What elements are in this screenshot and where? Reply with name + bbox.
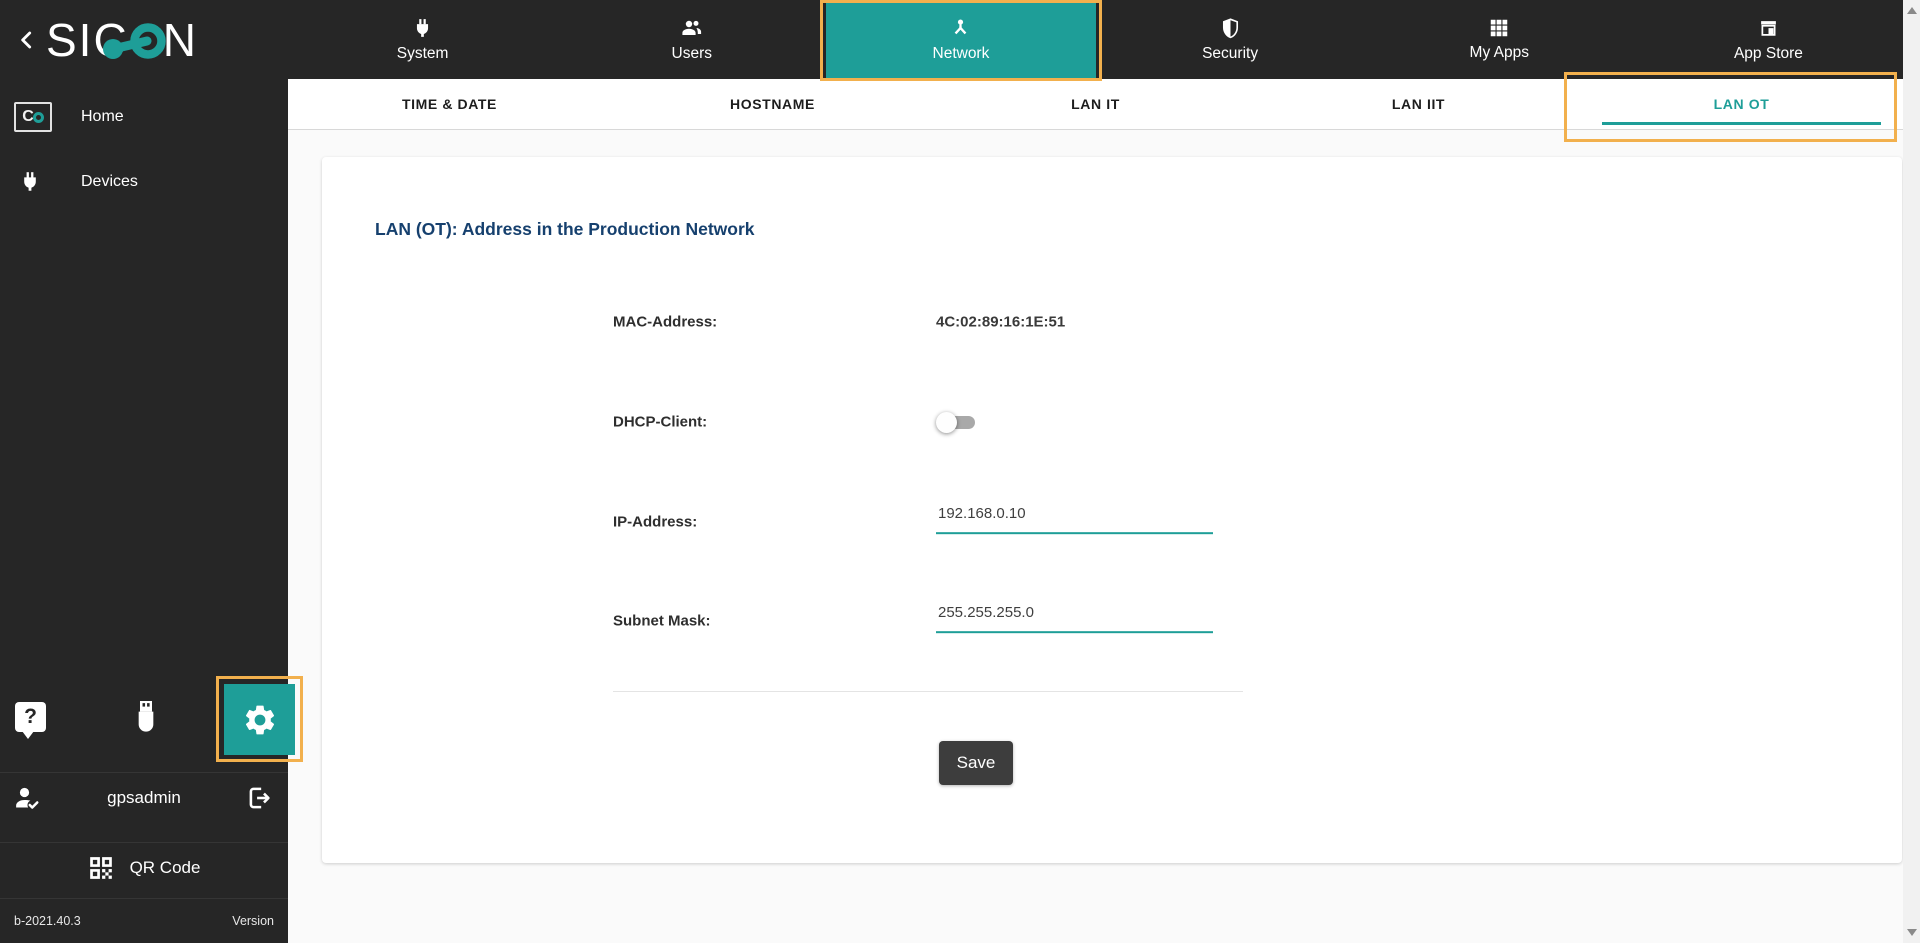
- sidebar-item-home[interactable]: C Home: [0, 93, 288, 141]
- help-glyph: ?: [24, 705, 37, 728]
- subnet-mask-label: Subnet Mask:: [613, 612, 711, 630]
- tab-label: HOSTNAME: [730, 96, 815, 112]
- scrollbar-up-arrow[interactable]: [1907, 7, 1917, 14]
- ip-address-input[interactable]: [936, 505, 1213, 535]
- nav-item-system[interactable]: System: [288, 0, 557, 79]
- content-area: LAN (OT): Address in the Production Netw…: [288, 130, 1903, 943]
- usb-device-button[interactable]: [130, 698, 162, 736]
- help-button[interactable]: ?: [15, 702, 46, 739]
- tab-lan-ot[interactable]: LAN OT: [1580, 79, 1903, 129]
- logo-row: SIC N: [0, 0, 288, 79]
- sicon-logo[interactable]: SIC N: [46, 14, 198, 66]
- sidebar-item-label: Devices: [81, 173, 138, 190]
- nav-item-my-apps[interactable]: My Apps: [1365, 0, 1634, 79]
- nav-item-label: App Store: [1733, 44, 1803, 62]
- qr-code-icon: [89, 856, 112, 879]
- username-label: gpsadmin: [107, 787, 181, 807]
- nav-item-label: Security: [1202, 44, 1259, 62]
- users-icon: [682, 20, 701, 35]
- tab-lan-it[interactable]: LAN IT: [934, 79, 1257, 129]
- dhcp-toggle[interactable]: [936, 412, 976, 433]
- shield-icon: [1222, 17, 1238, 38]
- save-button[interactable]: Save: [939, 741, 1013, 785]
- logout-button[interactable]: [246, 784, 274, 812]
- store-icon: [1761, 20, 1776, 36]
- sidebar-item-devices[interactable]: Devices: [0, 158, 288, 206]
- logo-text-suffix: N: [162, 13, 198, 66]
- back-chevron-icon[interactable]: [14, 27, 40, 53]
- logout-icon: [249, 787, 270, 808]
- plug-icon: [417, 18, 429, 37]
- tab-label: LAN OT: [1713, 96, 1770, 112]
- logo-dumbbell-icon: [102, 22, 166, 59]
- dhcp-client-label: DHCP-Client:: [613, 413, 708, 431]
- settings-button[interactable]: [224, 684, 295, 755]
- plug-icon: [18, 170, 42, 194]
- version-row: b-2021.40.3 Version: [0, 898, 288, 943]
- qr-code-button[interactable]: QR Code: [0, 842, 288, 892]
- tab-lan-iit[interactable]: LAN IIT: [1257, 79, 1580, 129]
- form-divider: [613, 691, 1243, 692]
- qr-code-label: QR Code: [129, 857, 201, 877]
- tab-label: LAN IT: [1071, 96, 1120, 112]
- nav-item-app-store[interactable]: App Store: [1634, 0, 1903, 79]
- nav-item-users[interactable]: Users: [557, 0, 826, 79]
- grid-icon: [1491, 19, 1508, 37]
- mac-address-label: MAC-Address:: [613, 313, 718, 331]
- subnet-mask-input[interactable]: [936, 604, 1213, 634]
- network-sub-tabs: TIME & DATE HOSTNAME LAN IT LAN IIT LAN …: [288, 79, 1903, 130]
- nav-item-label: Network: [932, 44, 990, 62]
- sicon-admin-page: SIC N C Home Devices ? gpsadmin QR Code …: [0, 0, 1920, 943]
- nav-item-security[interactable]: Security: [1096, 0, 1365, 79]
- page-title: LAN (OT): Address in the Production Netw…: [375, 219, 755, 239]
- tab-label: LAN IIT: [1391, 96, 1446, 112]
- user-row: gpsadmin: [0, 772, 288, 822]
- version-label: Version: [232, 914, 274, 928]
- nav-item-network[interactable]: Network: [820, 0, 1102, 81]
- top-navigation: System Users Network Security My Apps Ap…: [288, 0, 1903, 81]
- help-icon: ?: [15, 702, 46, 739]
- usb-icon: [138, 701, 154, 732]
- lan-ot-card: LAN (OT): Address in the Production Netw…: [322, 157, 1902, 863]
- network-icon: [955, 18, 967, 34]
- nav-item-label: System: [396, 44, 449, 62]
- toggle-knob: [936, 412, 957, 433]
- gear-icon: [245, 705, 274, 734]
- sidebar: SIC N C Home Devices ? gpsadmin QR Code …: [0, 0, 295, 943]
- nav-item-label: Users: [671, 45, 712, 62]
- tab-label: TIME & DATE: [401, 96, 497, 112]
- build-number: b-2021.40.3: [14, 914, 81, 928]
- sicon-logo-mini-icon: C: [14, 102, 52, 132]
- mac-address-value: 4C:02:89:16:1E:51: [936, 313, 1066, 331]
- scrollbar[interactable]: [1903, 0, 1920, 943]
- tab-hostname[interactable]: HOSTNAME: [611, 79, 934, 129]
- sidebar-item-label: Home: [81, 108, 124, 125]
- ip-address-label: IP-Address:: [613, 513, 698, 531]
- nav-item-label: My Apps: [1469, 44, 1529, 61]
- scrollbar-down-arrow[interactable]: [1907, 929, 1917, 936]
- tab-time-date[interactable]: TIME & DATE: [288, 79, 611, 129]
